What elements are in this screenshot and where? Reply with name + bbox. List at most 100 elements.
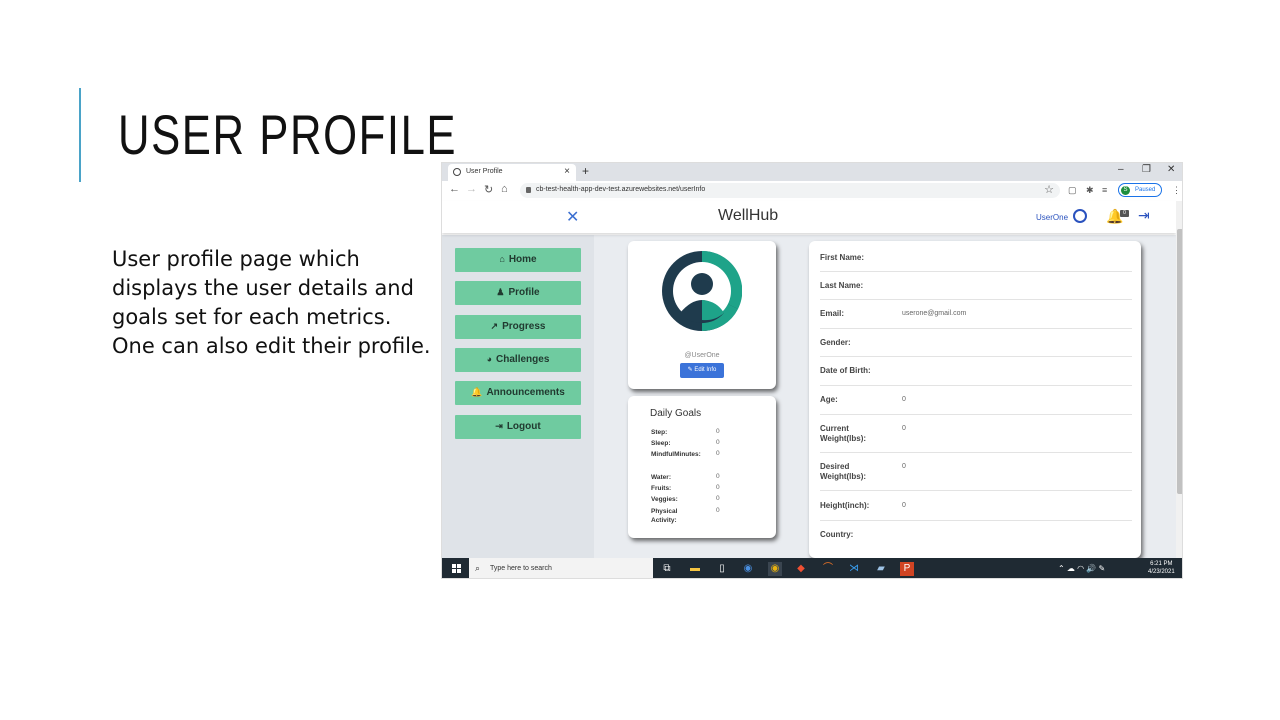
sidebar-item-challenges[interactable]: ◕ Challenges [455,348,581,372]
chrome-icon[interactable]: ◉ [768,562,782,576]
goal-value: 0 [716,450,720,457]
browser-tab[interactable]: User Profile × [448,164,576,181]
goal-label: MindfulMinutes: [651,451,701,458]
divider [820,271,1132,272]
sidebar-item-label: Progress [502,321,546,332]
user-details-card: First Name: Last Name: Email: userone@gm… [809,241,1141,558]
slide-title: USER PROFILE [118,103,458,166]
goal-label: Physical Activity: [651,508,678,524]
sidebar-item-announcements[interactable]: 🔔 Announcements [455,381,581,405]
sidebar-item-logout[interactable]: ⇥ Logout [455,415,581,439]
windows-start-icon[interactable] [452,564,462,574]
close-tab-icon[interactable]: × [564,166,570,177]
system-tray[interactable]: ⌃ ☁ ◠ 🔊 ✎ [1058,564,1105,573]
detail-value: 0 [902,425,906,432]
goal-value: 0 [716,507,720,514]
vscode-icon[interactable]: ⋊ [847,562,861,576]
daily-goals-title: Daily Goals [650,408,702,419]
document-icon[interactable]: ▯ [715,562,729,576]
menu-dots-icon[interactable]: ⋮ [1172,185,1181,196]
detail-value: 0 [902,463,906,470]
divider [820,356,1132,357]
sidebar-item-home[interactable]: ⌂ Home [455,248,581,272]
close-window-icon[interactable]: ✕ [1167,164,1175,175]
sidebar-item-profile[interactable]: ♟ Profile [455,281,581,305]
git-icon[interactable]: ◆ [794,562,808,576]
detail-label: Email: [820,309,845,318]
file-explorer-icon[interactable]: ▬ [688,562,702,576]
user-icon: ♟ [496,287,505,297]
divider [820,299,1132,300]
puzzle-icon[interactable]: ✱ [1086,185,1094,196]
restore-icon[interactable]: ❐ [1142,164,1151,175]
goal-label: Veggies: [651,496,678,503]
taskbar-clock[interactable]: 6:21 PM 4/23/2021 [1148,560,1175,576]
browser-tab-bar: User Profile × + – ❐ ✕ [442,163,1182,181]
forward-icon[interactable]: → [466,183,477,195]
sidebar-item-progress[interactable]: ↗ Progress [455,315,581,339]
header-username[interactable]: UserOne [1036,213,1068,222]
divider [820,490,1132,491]
title-accent-bar [79,88,81,182]
logout-icon: ⇥ [495,421,503,431]
search-placeholder: Type here to search [490,565,552,572]
powerpoint-icon[interactable]: P [900,562,914,576]
home-icon: ⌂ [499,254,505,264]
sidebar-item-label: Logout [506,421,541,432]
tab-title: User Profile [466,168,503,175]
detail-label: Last Name: [820,281,864,290]
daily-goals-card: Daily Goals Step: 0 Sleep: 0 MindfulMinu… [628,396,776,538]
close-icon[interactable]: ✕ [566,207,579,227]
detail-label: Desired Weight(lbs): [820,462,867,481]
goal-label: Step: [651,429,668,436]
app-header: ✕ WellHub UserOne 🔔 0 ⇥ [442,201,1176,233]
windows-taskbar: ⌕ Type here to search ⧉ ▬ ▯ ◉ ◉ ◆ ⌒ ⋊ ▰ … [442,558,1182,578]
goal-value: 0 [716,428,720,435]
url-text: cb-test-health-app-dev-test.azurewebsite… [536,186,706,193]
scrollbar-thumb[interactable] [1177,229,1182,494]
profile-status: Paused [1135,187,1156,193]
taskbar-search-field[interactable]: ⌕ Type here to search [469,558,653,578]
avatar [662,251,742,331]
notification-badge: 0 [1120,210,1129,217]
back-icon[interactable]: ← [449,183,460,195]
detail-value: userone@gmail.com [902,310,967,317]
goal-value: 0 [716,473,720,480]
new-tab-icon[interactable]: + [582,164,589,178]
home-icon[interactable]: ⌂ [501,183,508,195]
detail-label: Date of Birth: [820,366,871,375]
reading-list-icon[interactable]: ≡ [1102,185,1107,195]
app-brand: WellHub [718,207,779,224]
chart-line-icon: ↗ [490,321,499,331]
edit-info-button[interactable]: ✎ Edit Info [680,363,724,378]
reload-icon[interactable]: ↻ [484,183,493,196]
user-circle-icon[interactable] [1073,209,1087,223]
clock-time: 6:21 PM [1150,561,1173,567]
detail-label: Current Weight(lbs): [820,424,867,443]
detail-label: Country: [820,530,854,539]
detail-label: Age: [820,395,838,404]
extension-icon[interactable]: ▢ [1068,185,1077,196]
browser-icon[interactable]: ◉ [741,562,755,576]
lock-icon [526,187,531,193]
goal-value: 0 [716,484,720,491]
bell-icon: 🔔 [471,387,483,397]
logout-icon[interactable]: ⇥ [1138,207,1150,224]
url-field[interactable]: cb-test-health-app-dev-test.azurewebsite… [520,183,1060,198]
app-icon[interactable]: ▰ [874,562,888,576]
detail-value: 0 [902,502,906,509]
jupyter-icon[interactable]: ⌒ [821,562,835,576]
browser-address-bar: ← → ↻ ⌂ cb-test-health-app-dev-test.azur… [442,181,1182,202]
search-icon: ⌕ [475,563,481,573]
profile-avatar: S [1121,186,1130,195]
minimize-icon[interactable]: – [1118,164,1124,175]
sidebar-item-label: Challenges [496,354,550,365]
pie-chart-icon: ◕ [486,354,493,364]
goal-label: Water: [651,474,671,481]
profile-button[interactable]: S Paused [1118,183,1162,197]
bookmark-star-icon[interactable]: ☆ [1044,183,1054,196]
divider [820,452,1132,453]
task-view-icon[interactable]: ⧉ [660,562,674,576]
detail-label: Height(inch): [820,501,870,510]
detail-label: First Name: [820,253,865,262]
